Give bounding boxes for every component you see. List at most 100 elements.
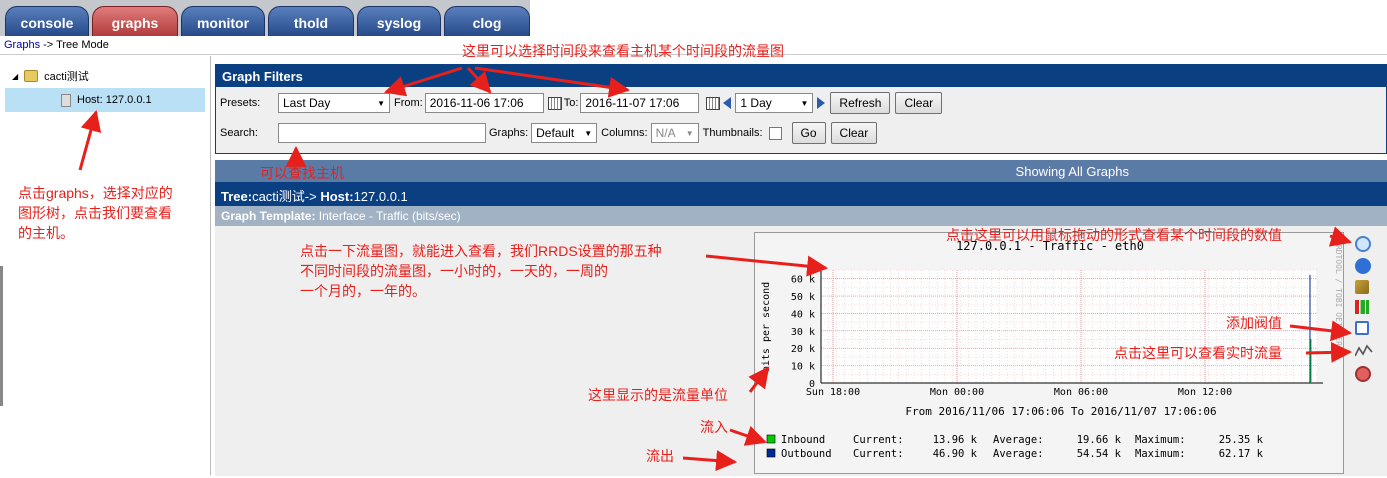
annotation-graph-2: 不同时间段的流量图，一小时的，一天的，一周的 bbox=[300, 263, 608, 279]
realtime-icon[interactable] bbox=[1354, 344, 1373, 358]
rrdtool-side-label: RRDTOOL / TOBI OETIKER bbox=[1334, 240, 1343, 346]
y-tick-label: 10 k bbox=[791, 362, 815, 373]
tree-header: Tree:cacti测试-> Host:127.0.0.1 bbox=[215, 182, 1387, 206]
annotation-graph-3: 一个月的，一年的。 bbox=[300, 283, 426, 299]
up-arrow-icon[interactable] bbox=[1355, 366, 1371, 382]
y-tick-label: 40 k bbox=[791, 309, 815, 320]
tree-root-node[interactable]: ◢ cacti测试 bbox=[12, 68, 89, 84]
graphs-label: Graphs: bbox=[489, 127, 529, 139]
x-tick-label: Mon 12:00 bbox=[1178, 387, 1232, 398]
annotation-out: 流出 bbox=[646, 448, 674, 464]
tab-clog[interactable]: clog bbox=[444, 6, 530, 36]
calendar-icon[interactable] bbox=[706, 96, 721, 110]
annotation-thold: 添加阀值 bbox=[1226, 315, 1282, 331]
annotation-search: 可以查找主机 bbox=[260, 165, 344, 181]
legend-swatch bbox=[766, 448, 776, 458]
legend-maximum-value: 62.17 k bbox=[1219, 448, 1264, 460]
legend-maximum-label: Maximum: bbox=[1135, 434, 1186, 446]
legend-current-label: Current: bbox=[853, 448, 904, 460]
search-label: Search: bbox=[220, 127, 258, 139]
graph-filters-title: Graph Filters bbox=[216, 65, 1386, 87]
breadcrumb-rest: -> Tree Mode bbox=[43, 39, 109, 51]
annotation-realtime: 点击这里可以查看实时流量 bbox=[1114, 345, 1282, 361]
x-axis-label: From 2016/11/06 17:06:06 To 2016/11/07 1… bbox=[905, 405, 1216, 418]
x-tick-label: Mon 00:00 bbox=[930, 387, 984, 398]
tree-header-host-label: Host: bbox=[320, 189, 354, 204]
wrench-icon[interactable] bbox=[1355, 280, 1369, 294]
graph-template-value: Interface - Traffic (bits/sec) bbox=[315, 209, 461, 223]
host-icon bbox=[61, 93, 71, 107]
chevron-down-icon: ▼ bbox=[584, 128, 593, 138]
annotation-unit: 这里显示的是流量单位 bbox=[588, 387, 728, 403]
threshold-icon[interactable] bbox=[1355, 321, 1369, 335]
graph-template-header: Graph Template: Interface - Traffic (bit… bbox=[215, 206, 1387, 226]
y-tick-label: 30 k bbox=[791, 327, 815, 338]
annotation-tree-2: 图形树，点击我们要查看 bbox=[18, 205, 172, 221]
presets-label: Presets: bbox=[220, 97, 261, 109]
tree-header-host-value: 127.0.0.1 bbox=[353, 189, 408, 204]
timespan-select[interactable]: 1 Day ▼ bbox=[735, 93, 814, 113]
tree-host-label: Host: 127.0.0.1 bbox=[77, 94, 152, 106]
legend-average-value: 19.66 k bbox=[1077, 434, 1122, 446]
thumbnails-label: Thumbnails: bbox=[702, 127, 763, 139]
annotation-tree-3: 的主机。 bbox=[18, 225, 74, 241]
zoom-icon[interactable] bbox=[1355, 236, 1371, 252]
legend-average-label: Average: bbox=[993, 448, 1044, 460]
y-tick-label: 20 k bbox=[791, 344, 815, 355]
columns-select[interactable]: N/A ▼ bbox=[650, 123, 699, 143]
top-nav: console graphs monitor thold syslog clog bbox=[0, 0, 1387, 36]
showing-all-graphs: Showing All Graphs bbox=[215, 160, 1387, 182]
refresh-button[interactable]: Refresh bbox=[830, 92, 891, 114]
expand-triangle-icon[interactable]: ◢ bbox=[12, 72, 18, 81]
annotation-zoom: 点击这里可以用鼠标拖动的形式查看某个时间段的数值 bbox=[946, 227, 1282, 243]
top-nav-spacer bbox=[530, 0, 1387, 36]
y-tick-label: 60 k bbox=[791, 275, 815, 286]
legend-current-value: 46.90 k bbox=[933, 448, 978, 460]
tree-header-tree-label: Tree: bbox=[221, 189, 253, 204]
presets-select[interactable]: Last Day ▼ bbox=[278, 93, 390, 113]
chevron-down-icon: ▼ bbox=[377, 98, 385, 108]
splitter-handle[interactable] bbox=[0, 266, 3, 406]
graph-filters: Graph Filters Presets: Last Day ▼ From: 2… bbox=[215, 64, 1387, 154]
annotation-time: 这里可以选择时间段来查看主机某个时间段的流量图 bbox=[462, 43, 784, 59]
download-icon[interactable] bbox=[1355, 258, 1371, 274]
tree-host-node[interactable]: Host: 127.0.0.1 bbox=[5, 88, 205, 112]
legend-swatch bbox=[766, 434, 776, 444]
legend-average-label: Average: bbox=[993, 434, 1044, 446]
bar-chart-icon[interactable] bbox=[1355, 300, 1369, 314]
tree-header-tree-value: cacti测试-> bbox=[252, 189, 321, 204]
clear-search-button[interactable]: Clear bbox=[830, 122, 878, 144]
tab-thold[interactable]: thold bbox=[268, 6, 354, 36]
graph-template-label: Graph Template: bbox=[221, 209, 316, 223]
calendar-icon[interactable] bbox=[547, 96, 562, 110]
annotation-graph-1: 点击一下流量图，就能进入查看，我们RRDS设置的那五种 bbox=[300, 243, 662, 259]
shift-right-icon[interactable] bbox=[817, 97, 826, 109]
shift-left-icon[interactable] bbox=[723, 97, 732, 109]
to-input[interactable]: 2016-11-07 17:06 bbox=[580, 93, 700, 113]
tab-monitor[interactable]: monitor bbox=[181, 6, 265, 36]
thumbnails-checkbox[interactable] bbox=[768, 126, 782, 140]
x-tick-label: Mon 06:00 bbox=[1054, 387, 1108, 398]
clear-button[interactable]: Clear bbox=[895, 92, 943, 114]
legend-maximum-value: 25.35 k bbox=[1219, 434, 1264, 446]
y-axis-label: bits per second bbox=[761, 282, 772, 372]
go-button[interactable]: Go bbox=[791, 122, 826, 144]
chevron-down-icon: ▼ bbox=[800, 98, 809, 108]
tab-syslog[interactable]: syslog bbox=[357, 6, 441, 36]
graphs-select[interactable]: Default ▼ bbox=[531, 123, 598, 143]
legend-maximum-label: Maximum: bbox=[1135, 448, 1186, 460]
x-tick-label: Sun 18:00 bbox=[806, 387, 860, 398]
annotation-tree-1: 点击graphs，选择对应的 bbox=[18, 185, 173, 201]
legend-series-name: Inbound bbox=[781, 434, 825, 446]
annotation-in: 流入 bbox=[700, 419, 728, 435]
tab-console[interactable]: console bbox=[5, 6, 89, 36]
from-input[interactable]: 2016-11-06 17:06 bbox=[424, 93, 544, 113]
breadcrumb-graphs-link[interactable]: Graphs bbox=[4, 39, 40, 51]
legend-current-value: 13.96 k bbox=[933, 434, 978, 446]
search-input[interactable] bbox=[278, 123, 486, 143]
graph-tree-panel: ◢ cacti测试 Host: 127.0.0.1 bbox=[0, 56, 211, 475]
chevron-down-icon: ▼ bbox=[685, 128, 694, 138]
folder-icon bbox=[24, 70, 39, 82]
tab-graphs[interactable]: graphs bbox=[92, 6, 178, 36]
legend-average-value: 54.54 k bbox=[1077, 448, 1122, 460]
